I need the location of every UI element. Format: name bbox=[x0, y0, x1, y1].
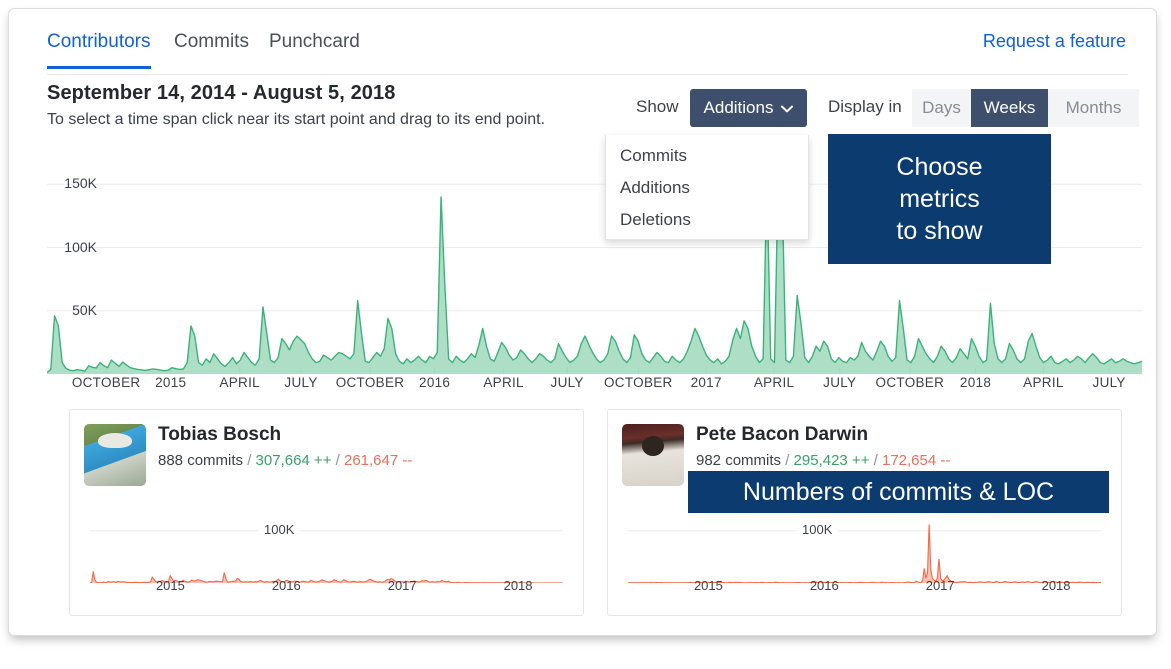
callout-line-1: Choose bbox=[896, 153, 983, 181]
contributor-sparkline bbox=[627, 515, 1102, 584]
x-axis-tick-label: 2016 bbox=[419, 375, 451, 390]
deletions-count: 172,654 -- bbox=[881, 452, 951, 469]
x-axis-tick-label: APRIL bbox=[219, 375, 260, 390]
x-axis-tick-label: 2015 bbox=[155, 375, 187, 390]
y-axis-tick-label: 100K bbox=[64, 238, 97, 255]
sparkline-x-tick-label: 2015 bbox=[693, 578, 723, 593]
additions-count: 295,423 ++ bbox=[793, 452, 870, 469]
sparkline-svg bbox=[627, 524, 1102, 584]
sparkline-y-label: 100K bbox=[797, 521, 838, 537]
callout-line-2: metrics bbox=[899, 185, 980, 213]
x-axis-tick-label: OCTOBER bbox=[335, 375, 405, 390]
callout-numbers-of-commits: Numbers of commits & LOC bbox=[688, 471, 1109, 513]
x-axis-tick-label: JULY bbox=[284, 375, 318, 390]
sparkline-x-tick-label: 2016 bbox=[809, 578, 839, 593]
x-axis-tick-label: JULY bbox=[823, 375, 857, 390]
stats-panel: Contributors Commits Punchcard Request a… bbox=[8, 8, 1157, 636]
contributor-sparkline bbox=[89, 515, 563, 584]
y-axis-tick-label: 150K bbox=[64, 175, 97, 192]
avatar bbox=[622, 424, 684, 486]
sparkline-x-tick-label: 2016 bbox=[271, 578, 301, 593]
dropdown-item-commits[interactable]: Commits bbox=[620, 146, 687, 166]
sparkline-x-axis: 2015 2016 2017 2018 bbox=[628, 578, 1101, 594]
sparkline-y-label: 100K bbox=[259, 521, 300, 537]
additions-count: 307,664 ++ bbox=[255, 452, 332, 469]
contributor-stats: 982 commits / 295,423 ++ / 172,654 -- bbox=[696, 452, 950, 469]
sparkline-x-tick-label: 2018 bbox=[1041, 578, 1071, 593]
stat-separator: / bbox=[785, 452, 790, 469]
stat-separator: / bbox=[247, 452, 252, 469]
y-axis-tick-label: 50K bbox=[72, 301, 97, 318]
main-chart-x-axis: OCTOBER 2015 APRIL JULY OCTOBER 2016 APRIL JULY… bbox=[47, 375, 1142, 393]
stat-separator: / bbox=[873, 452, 878, 469]
x-axis-tick-label: OCTOBER bbox=[875, 375, 945, 390]
sparkline-x-tick-label: 2018 bbox=[503, 578, 533, 593]
x-axis-tick-label: OCTOBER bbox=[603, 375, 673, 390]
contributor-stats: 888 commits / 307,664 ++ / 261,647 -- bbox=[158, 452, 412, 469]
sparkline-x-tick-label: 2015 bbox=[155, 578, 185, 593]
x-axis-tick-label: JULY bbox=[550, 375, 584, 390]
x-axis-tick-label: JULY bbox=[1092, 375, 1126, 390]
x-axis-tick-label: 2017 bbox=[690, 375, 722, 390]
x-axis-tick-label: APRIL bbox=[483, 375, 524, 390]
callout-choose-metrics: Choose metrics to show bbox=[828, 134, 1051, 264]
show-metric-dropdown-menu[interactable]: Commits Additions Deletions bbox=[605, 135, 809, 240]
contributor-name: Tobias Bosch bbox=[158, 424, 282, 445]
dropdown-item-deletions[interactable]: Deletions bbox=[620, 210, 691, 230]
x-axis-tick-label: 2018 bbox=[959, 375, 992, 390]
contributor-card[interactable]: Tobias Bosch 888 commits / 307,664 ++ / … bbox=[69, 409, 584, 616]
callout-line-3: to show bbox=[896, 217, 983, 245]
dropdown-item-additions[interactable]: Additions bbox=[620, 178, 690, 198]
sparkline-svg bbox=[89, 530, 563, 584]
contributor-name: Pete Bacon Darwin bbox=[696, 424, 869, 445]
avatar bbox=[84, 424, 146, 486]
x-axis-tick-label: APRIL bbox=[1023, 375, 1064, 390]
commit-count: 888 commits bbox=[158, 452, 244, 469]
sparkline-x-axis: 2015 2016 2017 2018 bbox=[90, 578, 563, 594]
x-axis-tick-label: OCTOBER bbox=[71, 375, 141, 390]
deletions-count: 261,647 -- bbox=[343, 452, 413, 469]
sparkline-x-tick-label: 2017 bbox=[925, 578, 955, 593]
commit-count: 982 commits bbox=[696, 452, 782, 469]
stat-separator: / bbox=[335, 452, 340, 469]
x-axis-tick-label: APRIL bbox=[753, 375, 795, 390]
sparkline-x-tick-label: 2017 bbox=[387, 578, 417, 593]
